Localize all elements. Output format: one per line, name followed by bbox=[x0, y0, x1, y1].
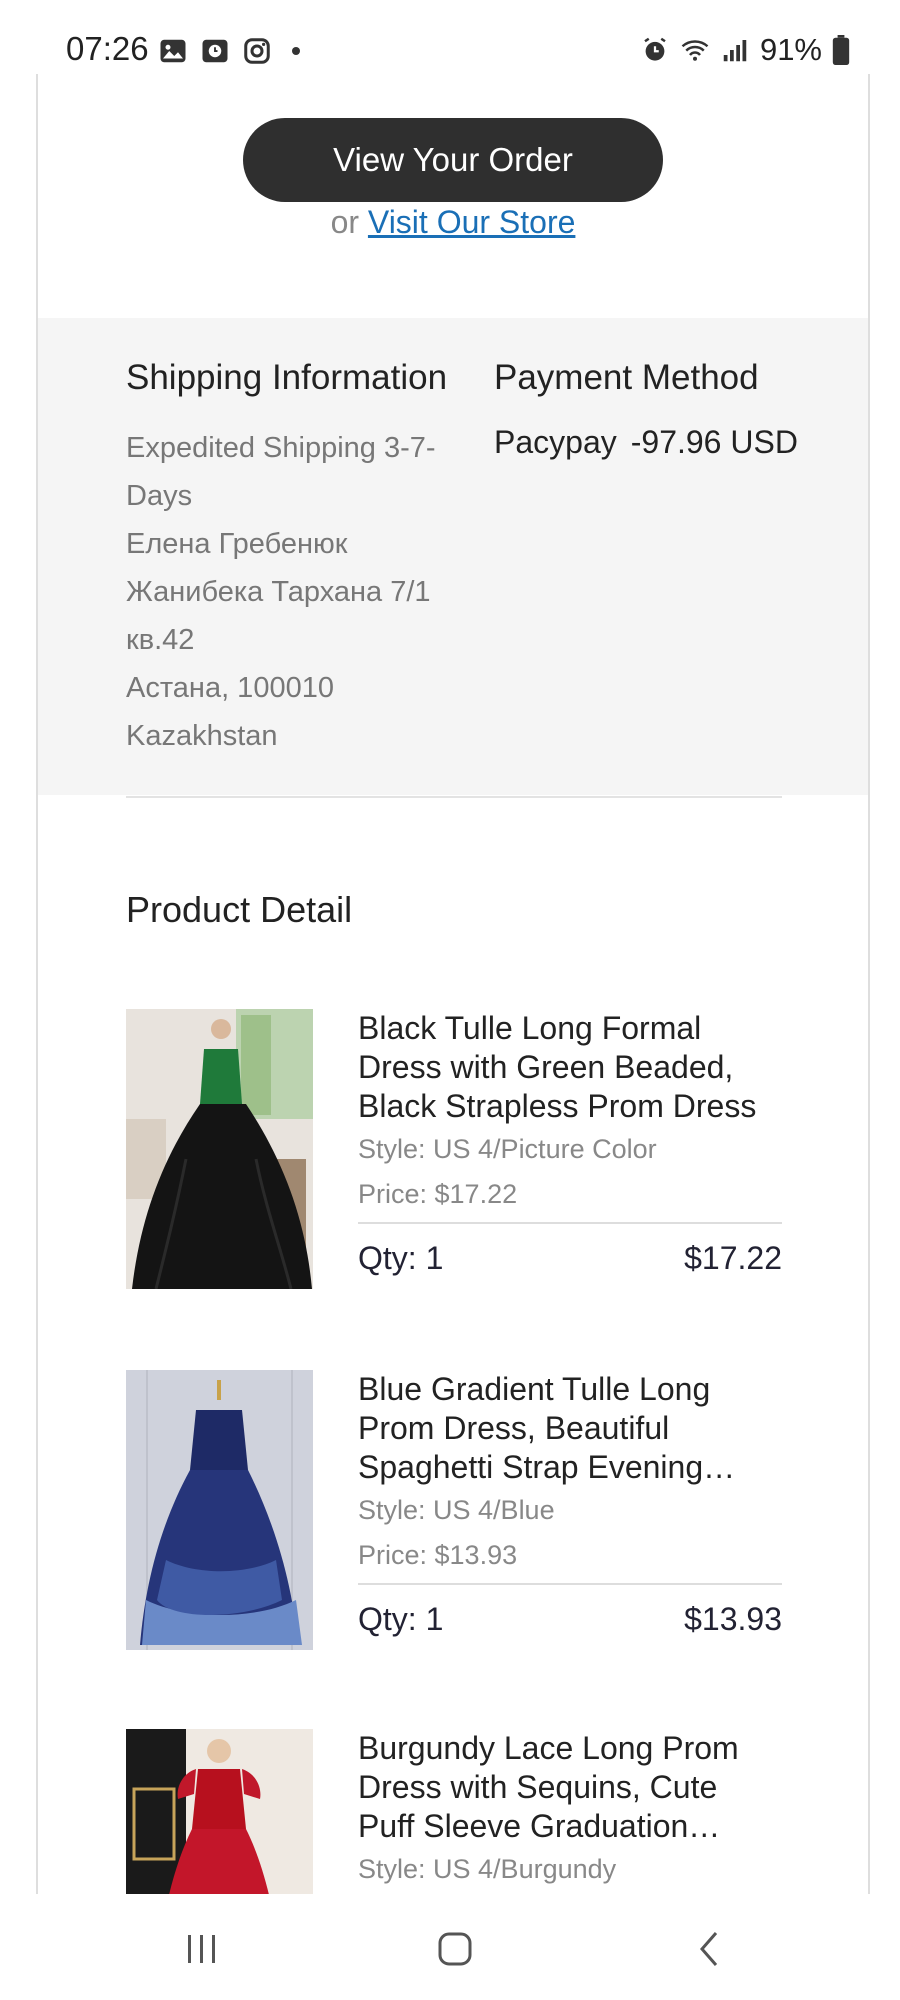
view-order-button[interactable]: View Your Order bbox=[243, 118, 663, 202]
gallery-icon bbox=[160, 39, 186, 63]
product-name[interactable]: Burgundy Lace Long Prom Dress with Sequi… bbox=[358, 1729, 782, 1846]
city-postal: Астана, 100010 bbox=[126, 672, 334, 704]
recipient-name: Елена Гребенюк bbox=[126, 528, 348, 560]
product-price: Price: $17.22 bbox=[358, 1179, 518, 1209]
status-icons-right: 91% bbox=[640, 32, 850, 68]
product-image[interactable] bbox=[126, 1729, 313, 1894]
country: Kazakhstan bbox=[126, 720, 278, 752]
product-detail-title: Product Detail bbox=[126, 889, 353, 930]
product-total: $13.93 bbox=[684, 1601, 782, 1637]
instagram-icon bbox=[244, 38, 270, 64]
battery-icon bbox=[832, 35, 850, 65]
product-info: Burgundy Lace Long Prom Dress with Sequi… bbox=[358, 1729, 782, 1892]
home-button[interactable] bbox=[425, 1924, 485, 1974]
product-qty: Qty: 1 bbox=[358, 1601, 444, 1637]
product-item[interactable]: Blue Gradient Tulle Long Prom Dress, Bea… bbox=[126, 1370, 782, 1660]
shipping-payment-section: Shipping Information Payment Method Expe… bbox=[38, 318, 868, 795]
or-text: or bbox=[330, 204, 360, 240]
payment-row: Pacypay -97.96 USD bbox=[494, 424, 798, 461]
email-content: View Your Order or Visit Our Store Shipp… bbox=[36, 74, 870, 1894]
street-address: Жанибека Тархана 7/1 кв.42 bbox=[126, 576, 431, 656]
product-style: Style: US 4/Blue bbox=[358, 1495, 555, 1525]
product-name[interactable]: Black Tulle Long Formal Dress with Green… bbox=[358, 1009, 782, 1126]
status-icons-left bbox=[158, 36, 300, 66]
back-icon bbox=[700, 1932, 718, 1966]
visit-store-line: or Visit Our Store bbox=[38, 204, 868, 241]
recent-apps-icon bbox=[188, 1935, 215, 1963]
recent-apps-button[interactable] bbox=[172, 1924, 232, 1974]
shipping-method: Expedited Shipping 3-7-Days bbox=[126, 432, 436, 512]
payment-title: Payment Method bbox=[494, 358, 759, 397]
dot-icon bbox=[292, 47, 300, 55]
shipping-address: Expedited Shipping 3-7-Days Елена Гребен… bbox=[126, 424, 466, 760]
product-divider bbox=[358, 1583, 782, 1585]
product-style: Style: US 4/Picture Color bbox=[358, 1134, 657, 1164]
product-style: Style: US 4/Burgundy bbox=[358, 1854, 617, 1884]
home-icon bbox=[438, 1932, 472, 1966]
section-divider bbox=[126, 796, 782, 798]
payment-method: Pacypay bbox=[494, 424, 617, 460]
product-name[interactable]: Blue Gradient Tulle Long Prom Dress, Bea… bbox=[358, 1370, 782, 1487]
clock-app-icon bbox=[202, 39, 228, 63]
payment-amount: -97.96 USD bbox=[630, 424, 798, 460]
signal-icon bbox=[723, 40, 747, 62]
visit-store-link[interactable]: Visit Our Store bbox=[368, 204, 575, 240]
back-button[interactable] bbox=[680, 1924, 740, 1974]
product-item[interactable]: Black Tulle Long Formal Dress with Green… bbox=[126, 1009, 782, 1299]
product-item[interactable]: Burgundy Lace Long Prom Dress with Sequi… bbox=[126, 1729, 782, 1894]
product-info: Black Tulle Long Formal Dress with Green… bbox=[358, 1009, 782, 1277]
product-image[interactable] bbox=[126, 1009, 313, 1289]
status-time: 07:26 bbox=[66, 30, 149, 67]
shipping-title: Shipping Information bbox=[126, 358, 448, 397]
wifi-icon bbox=[681, 40, 709, 61]
product-qty: Qty: 1 bbox=[358, 1240, 444, 1276]
alarm-icon bbox=[644, 37, 666, 61]
product-total: $17.22 bbox=[684, 1240, 782, 1276]
product-qty-row: Qty: 1 $13.93 bbox=[358, 1601, 782, 1638]
product-qty-row: Qty: 1 $17.22 bbox=[358, 1240, 782, 1277]
product-info: Blue Gradient Tulle Long Prom Dress, Bea… bbox=[358, 1370, 782, 1638]
navigation-bar bbox=[0, 1898, 900, 2000]
battery-percent: 91% bbox=[759, 32, 822, 67]
product-price: Price: $13.93 bbox=[358, 1540, 518, 1570]
product-image[interactable] bbox=[126, 1370, 313, 1650]
product-divider bbox=[358, 1222, 782, 1224]
